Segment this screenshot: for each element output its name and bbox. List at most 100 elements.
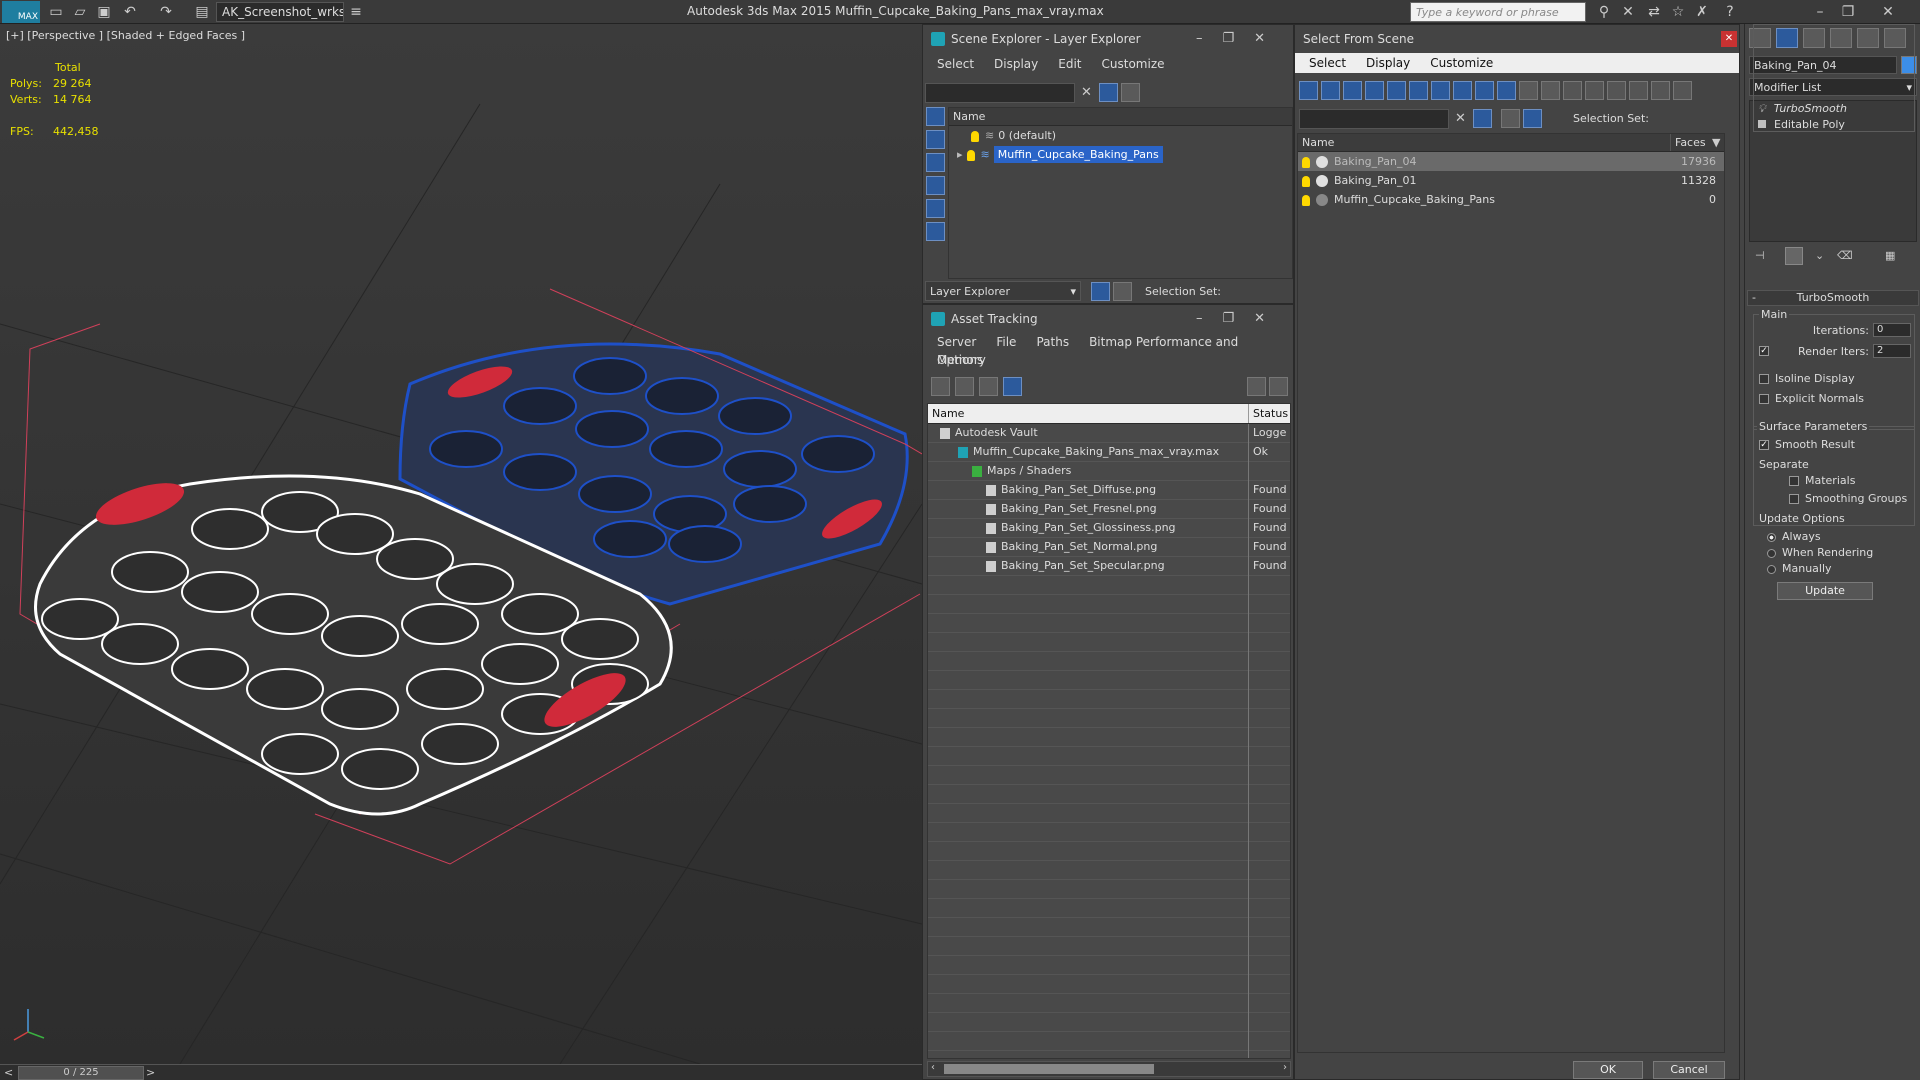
se-tool-3-icon[interactable] <box>926 153 945 172</box>
exchange-icon[interactable]: ⇄ <box>1644 2 1664 22</box>
se-tool-1-icon[interactable] <box>926 107 945 126</box>
timeline[interactable]: < 0 / 225 > <box>0 1064 922 1080</box>
open-file-icon[interactable]: ▱ <box>70 2 90 22</box>
se-filter-icon[interactable] <box>1099 83 1118 102</box>
sfs-filter-3-icon[interactable] <box>1343 81 1362 100</box>
hierarchy-icon[interactable] <box>1651 81 1670 100</box>
sfs-filter-12-icon[interactable] <box>1541 81 1560 100</box>
app-logo[interactable]: MAX <box>2 1 40 23</box>
redo-icon[interactable]: ↷ <box>156 2 176 22</box>
sfs-search-input[interactable] <box>1299 109 1449 129</box>
asset-row[interactable]: Baking_Pan_Set_Fresnel.png Found <box>928 500 1290 519</box>
show-end-result-icon[interactable] <box>1785 247 1803 265</box>
rollout-collapse-icon[interactable]: - <box>1752 291 1756 304</box>
scene-explorer-window-buttons[interactable]: –❐✕ <box>1196 25 1285 53</box>
configure-sets-icon[interactable]: ▦ <box>1885 249 1895 262</box>
isoline-display-checkbox[interactable]: Isoline Display <box>1759 372 1855 385</box>
asset-row[interactable]: Maps / Shaders <box>928 462 1290 481</box>
asset-row[interactable]: Baking_Pan_Set_Diffuse.png Found <box>928 481 1290 500</box>
layer-row-baking-pans[interactable]: ▸ ≋ Muffin_Cupcake_Baking_Pans <box>949 145 1292 164</box>
layer-row-default[interactable]: ≋ 0 (default) <box>949 126 1292 145</box>
restore-icon[interactable]: ❐ <box>1838 2 1858 22</box>
se-layer-tool-icon[interactable] <box>1091 282 1110 301</box>
se-tool-5-icon[interactable] <box>926 199 945 218</box>
refresh-icon[interactable] <box>931 377 950 396</box>
settings-icon[interactable] <box>1269 377 1288 396</box>
sfs-filter-4-icon[interactable] <box>1365 81 1384 100</box>
sfs-filter-icon[interactable] <box>1473 109 1492 128</box>
make-unique-icon[interactable]: ⌄ <box>1815 249 1824 262</box>
scroll-left-icon[interactable]: ‹ <box>931 1062 935 1073</box>
asset-tracking-window-buttons[interactable]: –❐✕ <box>1196 305 1285 333</box>
explicit-normals-checkbox[interactable]: Explicit Normals <box>1759 392 1864 405</box>
se-clear-icon[interactable]: ✕ <box>1081 85 1092 100</box>
scene-explorer-titlebar[interactable]: Scene Explorer - Layer Explorer –❐✕ <box>923 25 1293 53</box>
layer-explorer-dropdown[interactable]: Layer Explorer ▾ <box>925 281 1081 301</box>
scroll-right-icon[interactable]: › <box>1283 1062 1287 1073</box>
sfs-col-faces[interactable]: Faces <box>1670 134 1706 151</box>
display-all-icon[interactable] <box>1563 81 1582 100</box>
workspace-dropdown[interactable]: AK_Screenshot_wrksp ▾ <box>216 2 344 22</box>
ok-button[interactable]: OK <box>1573 1061 1643 1079</box>
bulb-icon[interactable] <box>1302 175 1310 187</box>
se-menu-edit[interactable]: Edit <box>1058 57 1081 71</box>
bulb-icon[interactable] <box>1302 194 1310 206</box>
sfs-object-row[interactable]: Baking_Pan_01 11328 <box>1298 171 1724 190</box>
sfs-filter-7-icon[interactable] <box>1431 81 1450 100</box>
time-slider[interactable]: 0 / 225 <box>18 1066 144 1080</box>
at-menu-paths[interactable]: Paths <box>1036 335 1069 349</box>
smooth-result-checkbox[interactable]: ✓ Smooth Result <box>1759 438 1855 451</box>
asset-row[interactable]: Muffin_Cupcake_Baking_Pans_max_vray.max O… <box>928 443 1290 462</box>
asset-row[interactable]: Baking_Pan_Set_Normal.png Found <box>928 538 1290 557</box>
tools-icon[interactable]: ✕ <box>1618 2 1638 22</box>
sfs-clear-icon[interactable]: ✕ <box>1455 111 1466 126</box>
se-options-icon[interactable] <box>1121 83 1140 102</box>
sfs-hierarchy-icon[interactable] <box>1523 109 1542 128</box>
layer-tree-header[interactable]: Name <box>949 108 1292 126</box>
sfs-col-name[interactable]: Name <box>1302 136 1334 149</box>
sfs-filter-9-icon[interactable] <box>1475 81 1494 100</box>
timeline-prev-button[interactable]: < <box>4 1066 13 1079</box>
at-col-status[interactable]: Status <box>1248 404 1288 423</box>
se-search-input[interactable] <box>925 83 1075 103</box>
close-icon[interactable]: ✕ <box>1878 2 1898 22</box>
iterations-spinner[interactable]: 0 <box>1873 323 1911 337</box>
sort-down-icon[interactable]: ▼ <box>1712 134 1720 151</box>
scroll-thumb[interactable] <box>944 1064 1154 1074</box>
sfs-filter-5-icon[interactable] <box>1387 81 1406 100</box>
display-none-icon[interactable] <box>1585 81 1604 100</box>
help-icon[interactable]: ? <box>1720 2 1740 22</box>
sfs-object-row[interactable]: Baking_Pan_04 17936 <box>1298 152 1724 171</box>
se-menu-select[interactable]: Select <box>937 57 974 71</box>
minimize-icon[interactable]: – <box>1810 2 1830 22</box>
update-button[interactable]: Update <box>1777 582 1873 600</box>
timeline-next-button[interactable]: > <box>146 1066 155 1079</box>
undo-icon[interactable]: ↶ <box>120 2 140 22</box>
sfs-menu-customize[interactable]: Customize <box>1430 56 1493 70</box>
sfs-menu-display[interactable]: Display <box>1366 56 1410 70</box>
asset-tracking-titlebar[interactable]: Asset Tracking –❐✕ <box>923 305 1293 333</box>
asset-row[interactable]: Baking_Pan_Set_Specular.png Found <box>928 557 1290 576</box>
sfs-filter-6-icon[interactable] <box>1409 81 1428 100</box>
cancel-button[interactable]: Cancel <box>1653 1061 1725 1079</box>
at-menu-server[interactable]: Server <box>937 335 976 349</box>
remove-modifier-icon[interactable]: ⌫ <box>1837 249 1853 262</box>
at-menu-file[interactable]: File <box>996 335 1016 349</box>
bulb-icon[interactable] <box>1302 156 1310 168</box>
at-menu-options[interactable]: Options <box>937 353 983 367</box>
se-tool-4-icon[interactable] <box>926 176 945 195</box>
render-iters-checkbox[interactable]: ✓ <box>1759 344 1775 357</box>
expand-arrow-icon[interactable]: ▸ <box>957 148 963 161</box>
radio-manually[interactable]: Manually <box>1767 562 1832 575</box>
at-horizontal-scrollbar[interactable]: ‹ › <box>927 1061 1291 1077</box>
asset-row[interactable]: Baking_Pan_Set_Glossiness.png Found <box>928 519 1290 538</box>
radio-always[interactable]: Always <box>1767 530 1821 543</box>
radio-when-rendering[interactable]: When Rendering <box>1767 546 1873 559</box>
sfs-object-row[interactable]: Muffin_Cupcake_Baking_Pans 0 <box>1298 190 1724 209</box>
grid-view-icon[interactable] <box>1003 377 1022 396</box>
invert-icon[interactable] <box>1607 81 1626 100</box>
materials-checkbox[interactable]: Materials <box>1789 474 1855 487</box>
binoculars-icon[interactable]: ⚲ <box>1594 2 1614 22</box>
se-hierarchy-icon[interactable] <box>1113 282 1132 301</box>
image-icon[interactable] <box>979 377 998 396</box>
